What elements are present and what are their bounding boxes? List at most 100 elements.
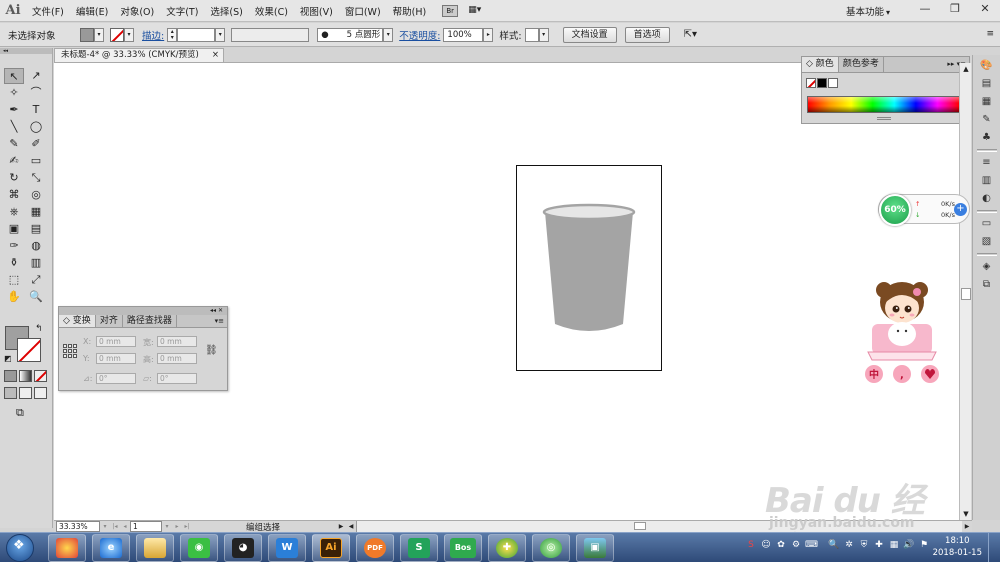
selection-tool[interactable]: ↖ <box>4 68 24 84</box>
tools-panel-grip[interactable]: ◂◂ <box>0 48 52 54</box>
shape-builder-tool[interactable]: ⎈ <box>4 204 24 220</box>
artboards-panel-icon[interactable]: ⧉ <box>976 278 998 292</box>
taskbar-app-qq[interactable]: ◕ <box>224 533 262 562</box>
close-tab-icon[interactable]: × <box>212 49 219 62</box>
preferences-button[interactable]: 首选项 <box>624 26 670 43</box>
taskbar-app-illustrator[interactable]: Ai <box>312 533 350 562</box>
system-clock[interactable]: 18:10 2018-01-15 <box>933 535 982 559</box>
tab-transform[interactable]: ◇ 变换 <box>59 315 96 327</box>
reference-point-grid[interactable] <box>63 344 77 358</box>
document-tab[interactable]: 未标题-4* @ 33.33% (CMYK/预览) × <box>54 48 224 63</box>
stroke-weight-input[interactable] <box>177 27 216 42</box>
color-panel-icon[interactable]: 🎨 <box>976 59 998 73</box>
screen-mode-icon[interactable]: ⧉ <box>16 406 32 419</box>
appearance-panel-icon[interactable]: ▭ <box>976 217 998 231</box>
hand-tool[interactable]: ✋ <box>4 289 24 305</box>
graphic-style-dropdown[interactable]: ▾ <box>538 27 549 42</box>
transform-panel-header[interactable]: ◂◂ ✕ <box>59 307 227 315</box>
sogou-ime-icon[interactable]: S <box>745 539 757 551</box>
tray-360-icon[interactable]: ✚ <box>873 539 885 551</box>
taskbar-app-photos[interactable]: ▣ <box>576 533 614 562</box>
brushes-icon[interactable]: ✎ <box>976 113 998 127</box>
menu-select[interactable]: 选择(S) <box>204 4 248 18</box>
white-swatch[interactable] <box>828 78 838 88</box>
workspace-switcher[interactable]: 基本功能 ▾ <box>846 4 890 18</box>
lasso-tool[interactable]: ⌒ <box>26 85 46 101</box>
none-button[interactable] <box>34 370 47 382</box>
magic-wand-tool[interactable]: ✧ <box>4 85 24 101</box>
artboard-number-input[interactable]: 1 <box>130 521 162 532</box>
layers-panel-icon[interactable]: ◈ <box>976 260 998 274</box>
stroke-weight-stepper[interactable]: ▴ ▾ <box>167 27 178 42</box>
line-tool[interactable]: ╲ <box>4 119 24 135</box>
menu-type[interactable]: 文字(T) <box>160 4 204 18</box>
taskbar-app-explorer[interactable] <box>136 533 174 562</box>
ellipse-tool[interactable]: ◯ <box>26 119 46 135</box>
y-input[interactable]: 0 mm <box>96 353 136 364</box>
menu-window[interactable]: 窗口(W) <box>339 4 387 18</box>
accelerate-plus-icon[interactable]: + <box>954 203 967 216</box>
pencil-tool[interactable]: ✐ <box>26 136 46 152</box>
direct-selection-tool[interactable]: ↗ <box>26 68 46 84</box>
restore-button[interactable]: ❐ <box>940 0 970 20</box>
gradient-button[interactable] <box>19 370 32 382</box>
symbol-sprayer-tool[interactable]: ⚱ <box>4 255 24 271</box>
taskbar-app-wps[interactable]: W <box>268 533 306 562</box>
prev-artboard-button[interactable]: ◂ <box>120 521 130 532</box>
taskbar-app-360[interactable]: ✚ <box>488 533 526 562</box>
blend-tool[interactable]: ◍ <box>26 238 46 254</box>
close-button[interactable]: ✕ <box>970 0 1000 20</box>
taskbar-app-browser[interactable]: ◎ <box>532 533 570 562</box>
graphic-style-swatch[interactable] <box>524 27 539 42</box>
tab-color-guide[interactable]: 颜色参考 <box>839 57 884 72</box>
scroll-thumb[interactable] <box>961 288 971 300</box>
stroke-swatch[interactable] <box>17 338 41 362</box>
none-swatch[interactable] <box>806 78 816 88</box>
artboard-tool[interactable]: ⬚ <box>4 272 24 288</box>
tab-color[interactable]: ◇ 颜色 <box>802 57 839 72</box>
artboard[interactable] <box>516 165 662 371</box>
stroke-dropdown[interactable]: ▾ <box>124 27 134 42</box>
paintbrush-tool[interactable]: ✎ <box>4 136 24 152</box>
zoom-tool[interactable]: 🔍 <box>26 289 46 305</box>
menu-object[interactable]: 对象(O) <box>114 4 160 18</box>
minimize-button[interactable]: — <box>910 0 940 20</box>
x-input[interactable]: 0 mm <box>96 336 136 347</box>
panel-resize-grip[interactable] <box>877 117 891 120</box>
default-fill-stroke-icon[interactable]: ◩ <box>4 354 12 363</box>
taskbar-app-wps-sheet[interactable]: S <box>400 533 438 562</box>
bridge-button[interactable]: Br <box>442 4 459 17</box>
stroke-label[interactable]: 描边: <box>142 28 164 42</box>
column-graph-tool[interactable]: ▥ <box>26 255 46 271</box>
tab-align[interactable]: 对齐 <box>96 315 123 327</box>
search-icon[interactable]: 🔍 <box>828 539 840 551</box>
tray-flower-icon[interactable]: ✿ <box>775 539 787 551</box>
draw-inside-button[interactable] <box>34 387 47 399</box>
menu-edit[interactable]: 编辑(E) <box>70 4 114 18</box>
first-artboard-button[interactable]: |◂ <box>110 521 120 532</box>
black-swatch[interactable] <box>817 78 827 88</box>
menu-file[interactable]: 文件(F) <box>26 4 70 18</box>
network-speed-widget[interactable]: 60% ↑ 0K/s ↓ 0K/s + <box>878 194 970 226</box>
brush-definition-select[interactable]: ● 5 点圆形 <box>317 27 384 42</box>
variable-width-profile[interactable] <box>231 27 310 42</box>
pen-tool[interactable]: ✒ <box>4 102 24 118</box>
panel-menu-icon[interactable]: ▾≡ <box>215 315 227 327</box>
tab-pathfinder[interactable]: 路径查找器 <box>123 315 177 327</box>
panel-menu-icon[interactable]: ≡ <box>986 29 994 39</box>
canvas[interactable] <box>54 63 959 520</box>
transparency-panel-icon[interactable]: ◐ <box>976 192 998 206</box>
menu-help[interactable]: 帮助(H) <box>387 4 433 18</box>
color-button[interactable] <box>4 370 17 382</box>
mesh-tool[interactable]: ▣ <box>4 221 24 237</box>
scroll-up-icon[interactable]: ▲ <box>960 63 972 75</box>
opacity-input[interactable]: 100% <box>443 27 484 42</box>
brush-dropdown[interactable]: ▾ <box>383 27 394 42</box>
swatches-icon[interactable]: ▦ <box>976 95 998 109</box>
width-tool[interactable]: ⌘ <box>4 187 24 203</box>
symbols-icon[interactable]: ♣ <box>976 131 998 145</box>
menu-view[interactable]: 视图(V) <box>294 4 339 18</box>
show-desktop-button[interactable] <box>988 533 1000 562</box>
gradient-panel-icon[interactable]: ▥ <box>976 174 998 188</box>
last-artboard-button[interactable]: ▸| <box>182 521 192 532</box>
